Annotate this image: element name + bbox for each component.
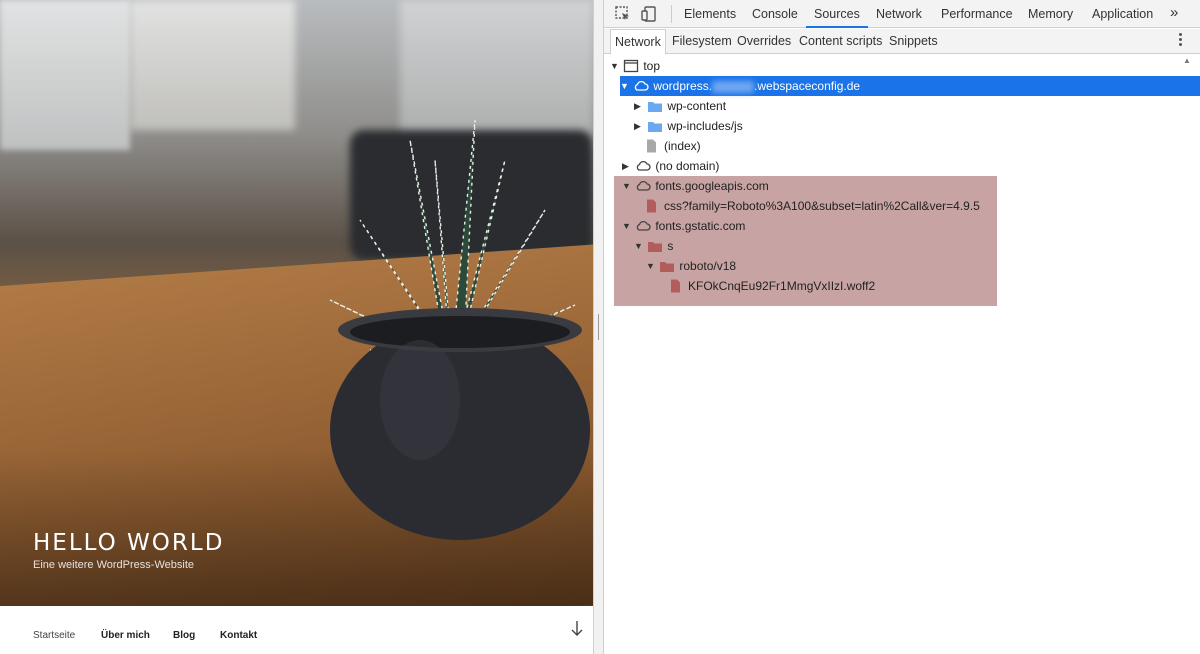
file-icon [671, 279, 680, 293]
tab-memory[interactable]: Memory [1028, 0, 1073, 28]
tab-elements[interactable]: Elements [684, 0, 736, 28]
devtools-panel: Elements Console Sources Network Perform… [604, 0, 1200, 654]
devtools-toolbar: Elements Console Sources Network Perform… [604, 0, 1200, 28]
tree-item-label: (index) [664, 139, 701, 153]
cloud-icon [635, 80, 649, 91]
tree-item-woff-file[interactable]: KFOkCnqEu92Fr1MmgVxIIzI.woff2 [668, 276, 875, 296]
panel-resize-handle[interactable] [593, 0, 604, 654]
file-icon [647, 199, 656, 213]
site-title: HELLO WORLD [33, 530, 225, 556]
subtab-network[interactable]: Network [610, 29, 666, 55]
tree-item-label: wp-content [667, 99, 727, 113]
tree-item-label: roboto/v18 [679, 259, 737, 273]
tree-item-folder-s[interactable]: ▼ s [634, 236, 673, 256]
more-tabs-chevron-icon[interactable]: » [1170, 4, 1178, 21]
domain-prefix: wordpress. [653, 79, 713, 93]
tree-item-css-file[interactable]: css?family=Roboto%3A100&subset=latin%2Ca… [644, 196, 980, 216]
tree-item-fonts-gstatic[interactable]: ▼ fonts.gstatic.com [622, 216, 745, 236]
arrow-down-icon[interactable] [570, 620, 584, 638]
cloud-icon [637, 220, 651, 231]
tree-item-wp-includes[interactable]: ▶ wp-includes/js [634, 116, 743, 136]
background-window [0, 0, 130, 150]
nav-link-ueber-mich[interactable]: Über mich [101, 630, 150, 641]
frame-icon [624, 59, 639, 72]
tree-item-label: s [667, 239, 674, 253]
tree-item-label: css?family=Roboto%3A100&subset=latin%2Ca… [664, 199, 980, 213]
folder-icon [648, 241, 663, 252]
nav-link-startseite[interactable]: Startseite [33, 630, 75, 641]
tab-performance[interactable]: Performance [941, 0, 1013, 28]
subtab-content-scripts[interactable]: Content scripts [799, 29, 882, 54]
tree-item-label: top [643, 59, 661, 73]
tree-item-label: fonts.googleapis.com [655, 179, 769, 193]
cloud-icon [637, 180, 651, 191]
nav-link-kontakt[interactable]: Kontakt [220, 630, 257, 641]
folder-icon [648, 121, 663, 132]
site-tagline: Eine weitere WordPress-Website [33, 559, 194, 571]
folder-icon [660, 261, 675, 272]
tree-item-index[interactable]: (index) [644, 136, 701, 156]
hero-banner: HELLO WORLD Eine weitere WordPress-Websi… [0, 0, 593, 606]
tree-item-folder-roboto[interactable]: ▼ roboto/v18 [646, 256, 736, 276]
device-toolbar-icon[interactable] [640, 5, 658, 23]
tree-item-top[interactable]: ▼ top [610, 56, 660, 76]
domain-suffix: .webspaceconfig.de [754, 79, 861, 93]
sources-navigator-tabs: Network Filesystem Overrides Content scr… [604, 29, 1200, 55]
more-options-icon[interactable] [1177, 33, 1183, 49]
tree-item-label: wp-includes/js [667, 119, 743, 133]
site-navigation: Startseite Über mich Blog Kontakt [0, 606, 593, 654]
tab-network[interactable]: Network [876, 0, 922, 28]
tree-item-fonts-googleapis[interactable]: ▼ fonts.googleapis.com [622, 176, 769, 196]
inspect-element-icon[interactable] [614, 5, 632, 23]
folder-icon [648, 101, 663, 112]
tree-item-no-domain[interactable]: ▶ (no domain) [622, 156, 719, 176]
subtab-overrides[interactable]: Overrides [737, 29, 791, 54]
tree-item-wordpress-domain[interactable]: ▼ wordpress. .webspaceconfig.de [620, 76, 1200, 96]
tree-item-label: (no domain) [655, 159, 720, 173]
tree-item-label: fonts.gstatic.com [655, 219, 746, 233]
cloud-icon [637, 160, 651, 171]
subtab-snippets[interactable]: Snippets [889, 29, 938, 54]
tree-item-label: KFOkCnqEu92Fr1MmgVxIIzI.woff2 [688, 279, 876, 293]
scroll-up-arrow-icon[interactable]: ▲ [1183, 56, 1193, 66]
background-window [130, 0, 295, 130]
potted-plant-image [329, 119, 590, 540]
tab-application[interactable]: Application [1092, 0, 1153, 28]
tab-console[interactable]: Console [752, 0, 798, 28]
tab-sources[interactable]: Sources [806, 0, 868, 28]
file-icon [647, 139, 656, 153]
subtab-filesystem[interactable]: Filesystem [672, 29, 732, 54]
tree-item-wp-content[interactable]: ▶ wp-content [634, 96, 726, 116]
nav-link-blog[interactable]: Blog [173, 630, 195, 641]
redacted-text [712, 80, 755, 93]
website-preview: HELLO WORLD Eine weitere WordPress-Websi… [0, 0, 593, 654]
